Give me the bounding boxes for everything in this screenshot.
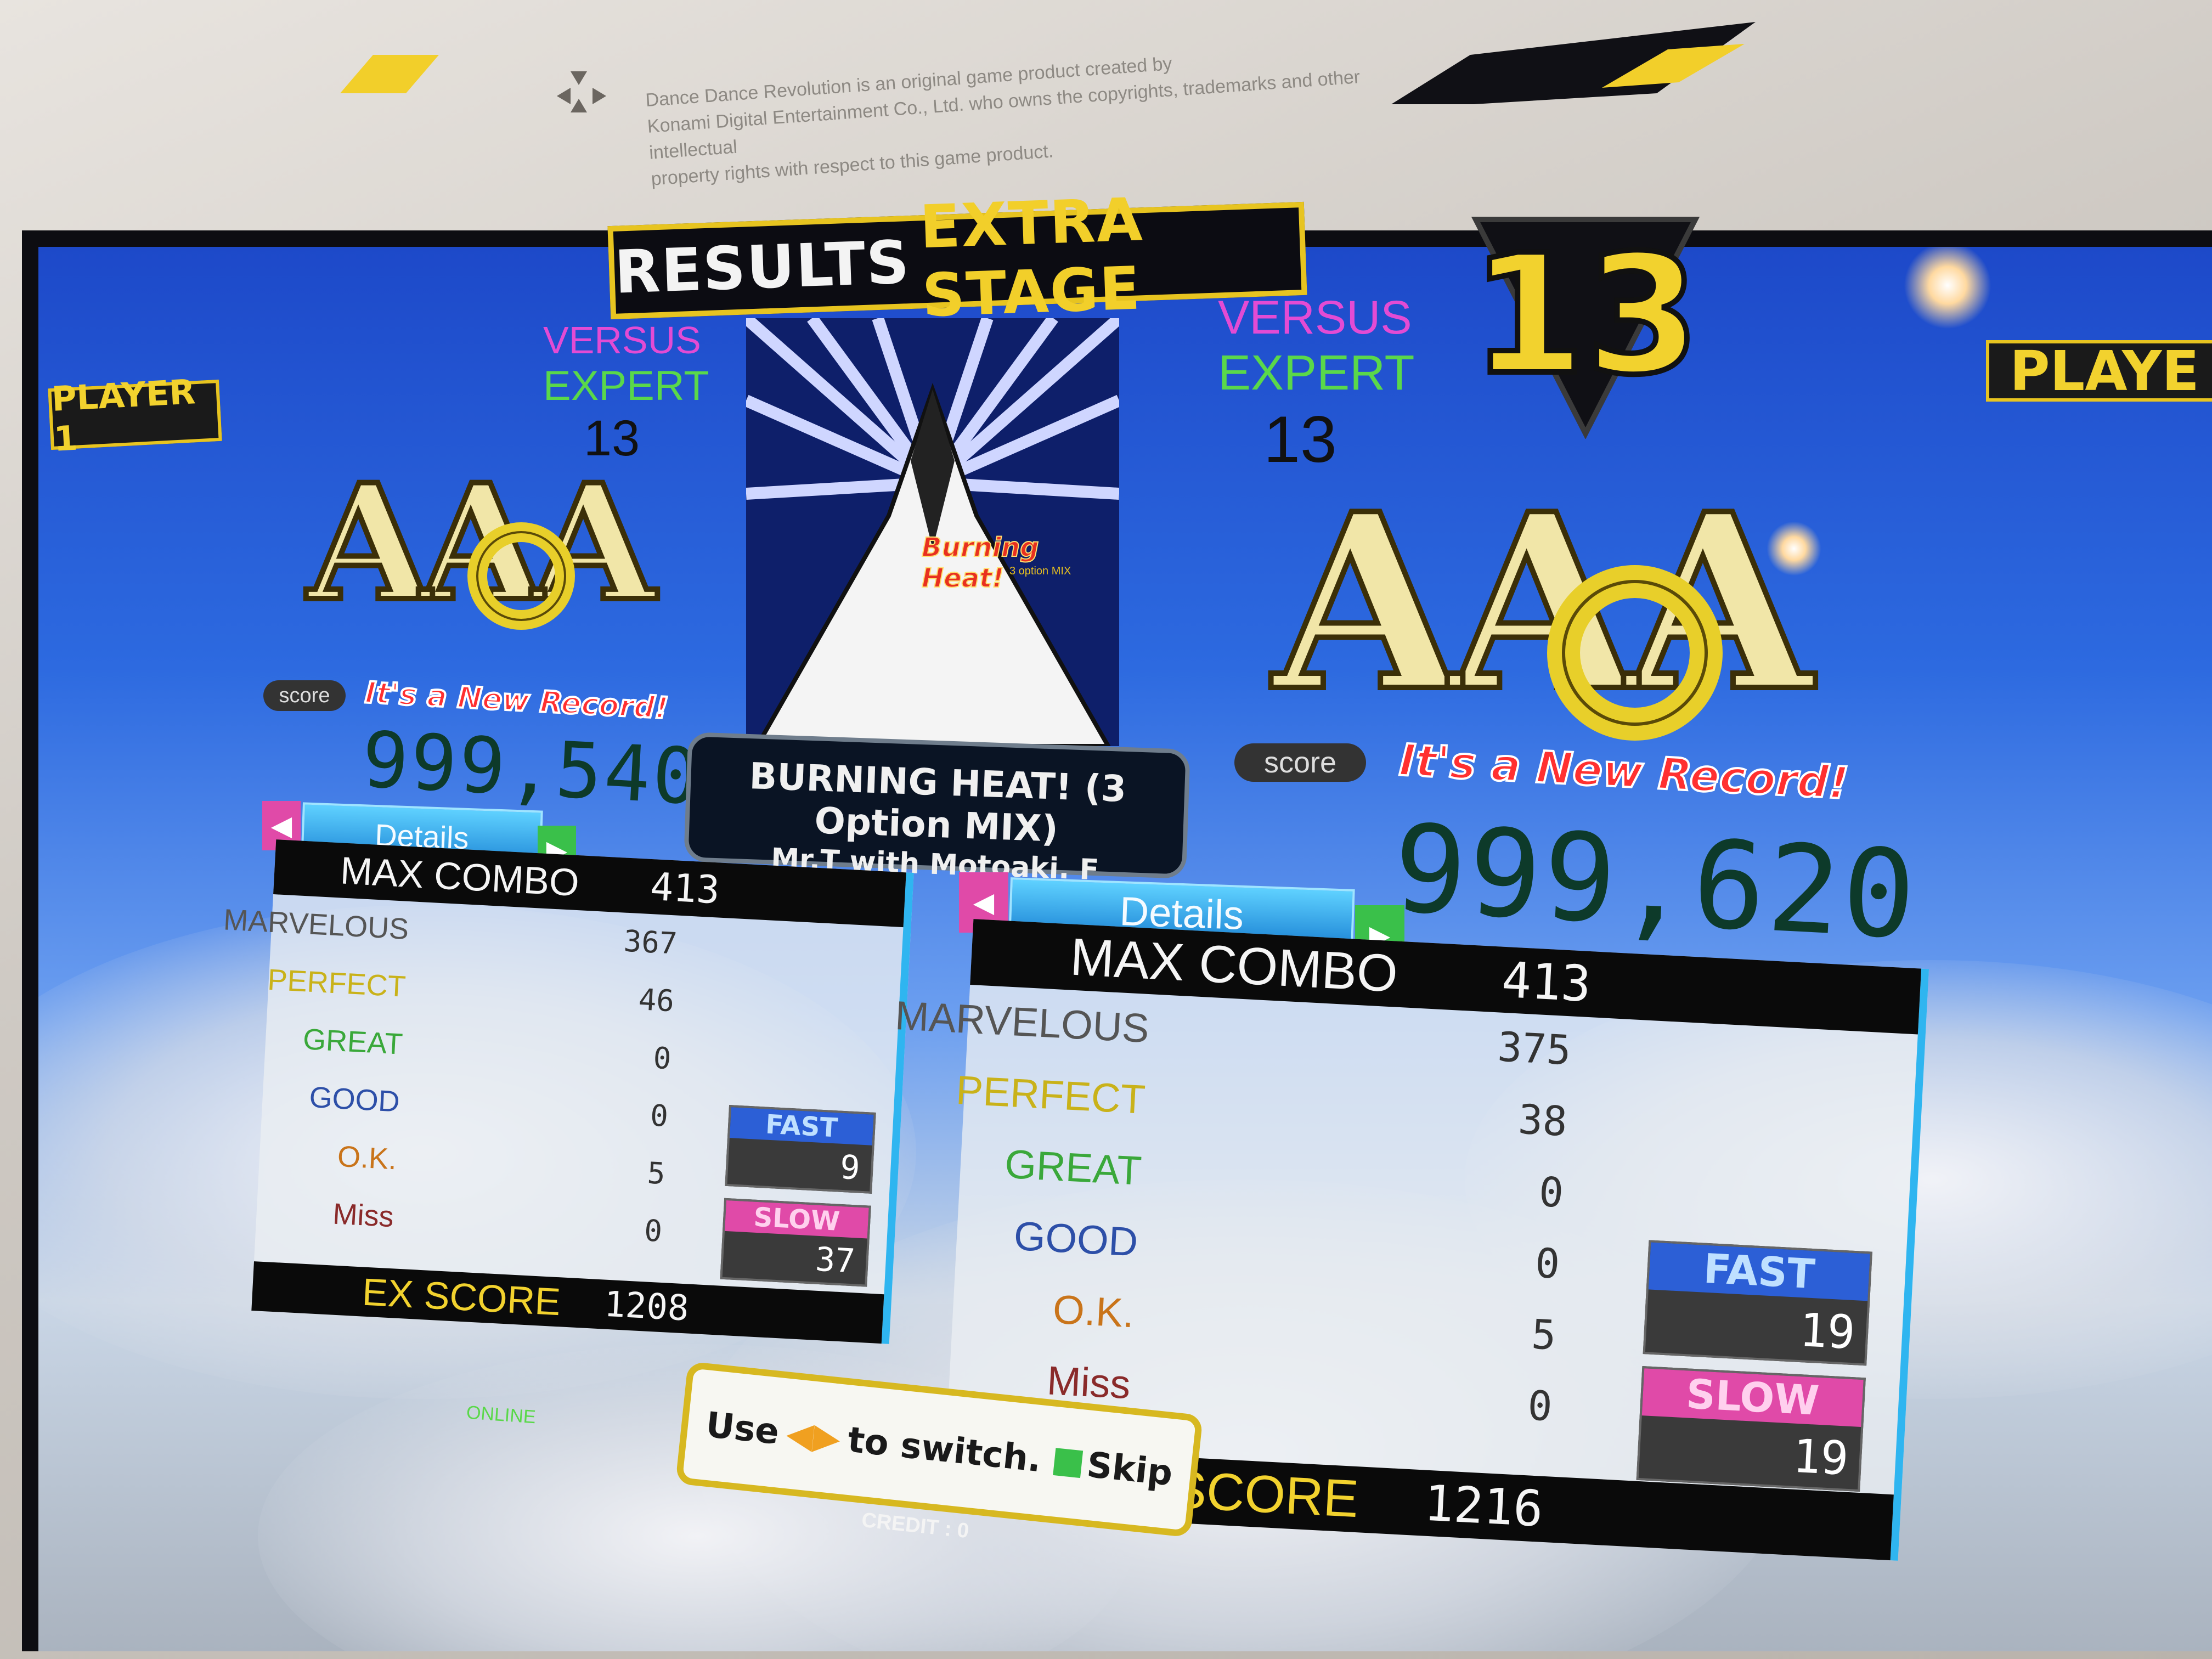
judgement-label: PERFECT: [267, 963, 407, 1003]
p1-ex-score-label: EX SCORE: [361, 1270, 562, 1324]
judgement-label: O.K.: [336, 1139, 398, 1176]
p1-slow-box: SLOW 37: [720, 1198, 871, 1287]
p2-ex-score-value: 1216: [1423, 1474, 1545, 1538]
p2-max-combo-label: MAX COMBO: [1069, 927, 1400, 1003]
judgement-label: O.K.: [1052, 1286, 1136, 1336]
song-jacket: Burning Heat! 3 option MIX: [746, 318, 1119, 746]
p2-fast-value: 19: [1798, 1302, 1857, 1360]
judgement-value: 0: [1538, 1168, 1565, 1217]
p1-mode: VERSUS: [543, 319, 701, 362]
stage-number-badge: 13: [1468, 208, 1703, 439]
player-1-tag: PLAYER 1: [48, 371, 222, 459]
judgement-value: 0: [1534, 1239, 1561, 1288]
p1-score-label: score: [263, 680, 346, 711]
p2-difficulty: VERSUS EXPERT 13: [1218, 291, 1415, 477]
p1-slow-label: SLOW: [725, 1200, 869, 1239]
p2-difficulty-name: EXPERT: [1218, 346, 1415, 400]
player-2-tag: PLAYE: [1986, 339, 2212, 403]
judgement-value: 46: [637, 982, 675, 1019]
judgement-label: Miss: [332, 1197, 395, 1234]
judgement-value: 0: [649, 1098, 669, 1134]
jacket-subtitle: 3 option MIX: [1009, 565, 1071, 577]
judgement-label: GREAT: [302, 1023, 404, 1061]
p1-slow-value: 37: [814, 1240, 856, 1281]
p1-difficulty-name: EXPERT: [543, 363, 709, 409]
p2-slow-value: 19: [1791, 1429, 1850, 1486]
judgement-value: 0: [643, 1213, 663, 1249]
hint-skip: Skip: [1085, 1444, 1175, 1494]
p2-fast-label: FAST: [1648, 1242, 1870, 1301]
song-info: BURNING HEAT! (3 Option MIX) Mr.T with M…: [684, 732, 1190, 887]
p2-max-combo-value: 413: [1500, 951, 1593, 1013]
header-bar: [340, 22, 1756, 104]
p1-details-panel: MAX COMBO 413 MARVELOUS 367 PERFECT 46 GREAT…: [223, 839, 914, 1344]
stage-number: 13: [1468, 217, 1702, 414]
p2-slow-label: SLOW: [1641, 1368, 1864, 1427]
p1-difficulty: VERSUS EXPERT 13: [543, 318, 709, 467]
results-label: RESULTS: [613, 228, 912, 307]
hint-use: Use: [704, 1404, 781, 1453]
judgement-label: GREAT: [1003, 1141, 1143, 1194]
judgement-value: 0: [1526, 1382, 1554, 1431]
judgement-value: 375: [1496, 1023, 1572, 1075]
judgement-value: 367: [623, 923, 679, 961]
p1-full-combo-ring-icon: [467, 522, 575, 630]
judgement-value: 5: [646, 1155, 667, 1192]
judgement-value: 0: [652, 1040, 673, 1076]
green-button-icon: [1053, 1448, 1084, 1479]
ceiling-light-reflection: [1904, 247, 1991, 329]
judgement-value: 5: [1530, 1311, 1558, 1359]
judgement-value: 38: [1517, 1096, 1568, 1146]
judgement-label: PERFECT: [955, 1066, 1147, 1122]
p2-mode: VERSUS: [1218, 291, 1412, 344]
p1-max-combo-label: MAX COMBO: [339, 849, 580, 905]
jacket-logo: Burning Heat!: [921, 532, 1040, 594]
p1-fast-value: 9: [839, 1148, 861, 1188]
left-right-arrows-icon: ◀▶: [784, 1413, 843, 1459]
song-title: BURNING HEAT! (3 Option MIX): [748, 755, 1127, 850]
p1-ex-score-value: 1208: [603, 1284, 690, 1329]
p2-score: 999,620: [1390, 798, 1921, 966]
p1-fast-label: FAST: [729, 1107, 874, 1146]
hint-switch: to switch.: [845, 1419, 1043, 1481]
judgement-label: GOOD: [1013, 1212, 1139, 1265]
judgement-label: GOOD: [308, 1080, 401, 1119]
p2-fast-box: FAST 19: [1643, 1240, 1872, 1366]
p1-fast-box: FAST 9: [725, 1105, 876, 1194]
p2-slow-box: SLOW 19: [1636, 1366, 1866, 1492]
p2-full-combo-ring-icon: [1547, 565, 1723, 741]
p2-score-label: score: [1234, 743, 1366, 782]
p1-max-combo-value: 413: [649, 864, 721, 913]
